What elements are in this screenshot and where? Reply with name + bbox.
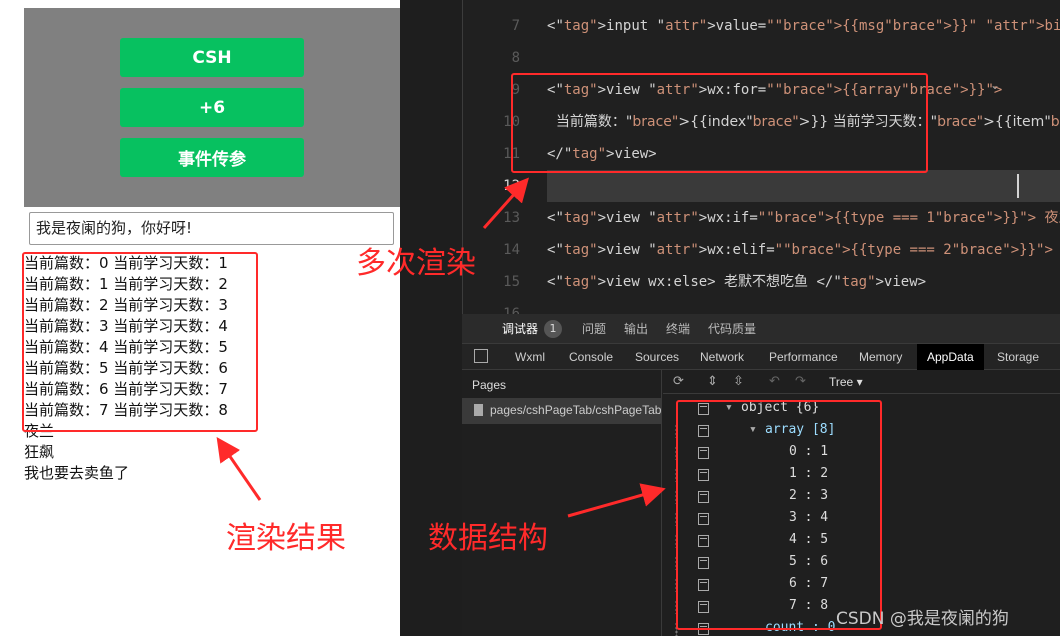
left-margin: [0, 0, 24, 636]
line-number: 13: [503, 210, 520, 226]
code-line: 7 <"tag">input "attr">value=""brace">{{m…: [462, 10, 1060, 42]
line-number: 8: [511, 50, 520, 66]
plus-six-button[interactable]: +6: [120, 88, 304, 127]
tab-wxml[interactable]: Wxml: [515, 344, 545, 370]
tab-output[interactable]: 输出: [624, 314, 648, 344]
tab-network[interactable]: Network: [700, 344, 744, 370]
pages-title: Pages: [472, 378, 507, 392]
inspect-element-icon[interactable]: [474, 349, 488, 363]
tab-code-quality[interactable]: 代码质量: [708, 314, 756, 344]
code-line: 13 <"tag">view "attr">wx:if=""brace">{{t…: [462, 202, 1060, 234]
tab-appdata[interactable]: AppData: [917, 344, 984, 370]
line-number: 12: [503, 178, 520, 194]
render-result-label: 渲染结果: [226, 521, 346, 556]
csdn-watermark: CSDN @我是夜阑的狗: [836, 609, 1009, 629]
code-text: <"tag">view "attr">wx:elif=""brace">{{ty…: [547, 242, 1053, 258]
expand-all-icon[interactable]: ⇕: [707, 374, 718, 390]
multi-render-box: [511, 73, 928, 173]
code-text: <"tag">view wx:else> 老默不想吃鱼 </"tag">view…: [547, 274, 927, 290]
undo-icon[interactable]: ↶: [769, 374, 780, 390]
simulator-topbar: [24, 0, 400, 8]
debugger-badge: 1: [544, 320, 562, 338]
tree-mode-select[interactable]: Tree ▾: [829, 375, 863, 389]
code-line: 16: [462, 298, 1060, 314]
tree-mode-label: Tree: [829, 375, 854, 389]
multi-render-label: 多次渲染: [356, 246, 476, 281]
code-text: <"tag">view "attr">wx:if=""brace">{{type…: [547, 210, 1060, 226]
event-param-button[interactable]: 事件传参: [120, 138, 304, 177]
tab-debugger[interactable]: 调试器: [502, 314, 538, 344]
pages-pane: Pages pages/cshPageTab/cshPageTab: [462, 370, 662, 636]
collapse-all-icon[interactable]: ⇳: [733, 374, 744, 390]
data-structure-label: 数据结构: [428, 521, 548, 556]
appdata-toolbar: ⟳ ⇕ ⇳ ↶ ↷ Tree ▾: [663, 370, 1060, 394]
code-line: 12: [462, 170, 1060, 202]
page-path: pages/cshPageTab/cshPageTab: [490, 403, 662, 417]
tab-performance[interactable]: Performance: [769, 344, 838, 370]
tab-sources[interactable]: Sources: [635, 344, 679, 370]
tab-terminal[interactable]: 终端: [666, 314, 690, 344]
code-line: 15 <"tag">view wx:else> 老默不想吃鱼 </"tag">v…: [462, 266, 1060, 298]
tab-issues[interactable]: 问题: [582, 314, 606, 344]
line-number: 16: [503, 306, 520, 314]
data-structure-box: [676, 400, 882, 630]
message-input[interactable]: 我是夜阑的狗，你好呀!: [29, 212, 394, 245]
devtools-panel-tabs: Wxml Console Sources Network Performance…: [462, 344, 1060, 370]
tab-memory[interactable]: Memory: [859, 344, 902, 370]
page-list-item[interactable]: pages/cshPageTab/cshPageTab: [462, 398, 662, 424]
code-text: <"tag">input "attr">value=""brace">{{msg…: [547, 18, 1060, 34]
code-line: 14 <"tag">view "attr">wx:elif=""brace">{…: [462, 234, 1060, 266]
simulator-bottom-margin: [24, 601, 400, 636]
render-result-box: [22, 252, 258, 432]
line-number: 7: [511, 18, 520, 34]
button-area: CSH +6 事件传参: [24, 8, 400, 207]
redo-icon[interactable]: ↷: [795, 374, 806, 390]
code-line: 8: [462, 42, 1060, 74]
csh-button[interactable]: CSH: [120, 38, 304, 77]
file-icon: [474, 404, 483, 416]
tab-storage[interactable]: Storage: [997, 344, 1039, 370]
conditional-text: 狂飙: [24, 443, 55, 461]
tab-console[interactable]: Console: [569, 344, 613, 370]
conditional-text: 我也要去卖鱼了: [24, 464, 130, 482]
refresh-icon[interactable]: ⟳: [673, 374, 684, 390]
devtools-top-tabs: 调试器 1 问题 输出 终端 代码质量: [462, 314, 1060, 344]
